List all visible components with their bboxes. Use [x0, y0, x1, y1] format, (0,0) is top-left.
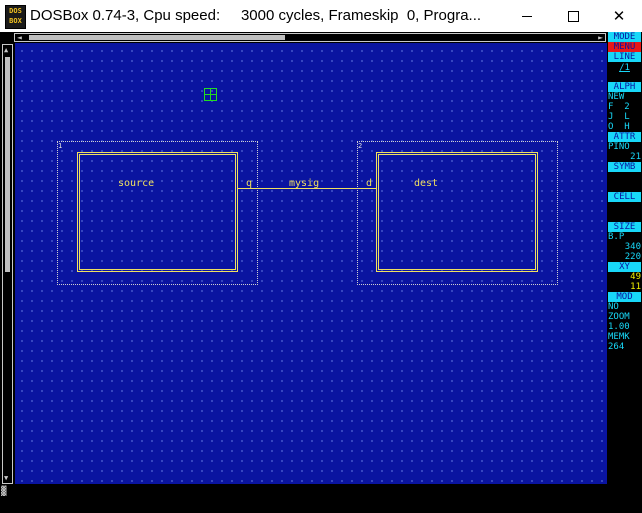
- memk-label: MEMK: [608, 332, 630, 342]
- memk-value: 264: [608, 342, 625, 352]
- menu-item-menu[interactable]: MENU: [608, 42, 641, 52]
- menu-item-mode[interactable]: MODE: [608, 32, 641, 42]
- xy-x-value: 49: [630, 272, 641, 282]
- line-value[interactable]: /1: [608, 63, 641, 73]
- source-block[interactable]: [77, 152, 238, 272]
- close-icon: ✕: [612, 7, 626, 25]
- status-bar: ▓: [0, 485, 642, 513]
- vertical-scroll-thumb[interactable]: [5, 57, 10, 272]
- size-y-value: 220: [624, 252, 641, 262]
- zoom-value: 1.00: [608, 322, 630, 332]
- dosbox-app-icon[interactable]: DOS BOX: [5, 5, 26, 29]
- mod-value: NO: [608, 302, 619, 312]
- mod-label: MOD: [608, 292, 641, 302]
- window-title: DOSBox 0.74-3, Cpu speed: 3000 cycles, F…: [30, 7, 482, 24]
- dos-screen[interactable]: ◄ ► ▲ ▼ 1 source q mysig 2 d dest MODE M…: [0, 32, 642, 513]
- xy-label: XY: [608, 262, 641, 272]
- menu-item-size[interactable]: SIZE: [608, 222, 641, 232]
- minimize-button[interactable]: [504, 0, 550, 32]
- minimize-icon: [522, 15, 532, 17]
- menu-item-pino[interactable]: PINO: [608, 142, 641, 152]
- maximize-button[interactable]: [550, 0, 596, 32]
- scroll-right-arrow-icon[interactable]: ►: [598, 33, 603, 42]
- scroll-left-arrow-icon[interactable]: ◄: [17, 33, 22, 42]
- close-button[interactable]: ✕: [596, 0, 642, 32]
- net-name-label: mysig: [289, 178, 320, 189]
- maximize-icon: [567, 10, 579, 22]
- schematic-canvas[interactable]: 1 source q mysig 2 d dest: [15, 43, 607, 484]
- dest-block-label: dest: [414, 178, 439, 189]
- source-block-label: source: [118, 178, 155, 189]
- instance-1-number: 1: [58, 142, 63, 150]
- status-glyph-icon: ▓: [1, 487, 7, 497]
- menu-item-o-row[interactable]: O H: [608, 122, 641, 132]
- menu-item-new[interactable]: NEW: [608, 92, 641, 102]
- menu-item-symb[interactable]: SYMB: [608, 162, 641, 172]
- size-bp-label: B.P: [608, 232, 625, 242]
- dest-pin-d-label: d: [366, 178, 373, 189]
- pino-value: 21: [630, 152, 641, 162]
- menu-item-f-row[interactable]: F 2: [608, 102, 641, 112]
- crosshair-cursor-icon: [204, 88, 217, 101]
- title-bar[interactable]: DOS BOX DOSBox 0.74-3, Cpu speed: 3000 c…: [0, 0, 642, 32]
- dest-block[interactable]: [376, 152, 538, 272]
- instance-2-number: 2: [358, 142, 363, 150]
- horizontal-scrollbar[interactable]: ◄ ►: [14, 33, 606, 42]
- app-icon-text-bottom: BOX: [9, 17, 22, 25]
- menu-item-cell[interactable]: CELL: [608, 192, 641, 202]
- horizontal-scroll-thumb[interactable]: [29, 35, 285, 40]
- xy-y-value: 11: [630, 282, 641, 292]
- command-menu[interactable]: MODE MENU LINE /1 ALPH NEW F 2 J L O H A…: [607, 32, 642, 485]
- vertical-scrollbar[interactable]: ▲ ▼: [2, 44, 13, 484]
- scroll-down-arrow-icon[interactable]: ▼: [4, 474, 8, 482]
- app-icon-text-top: DOS: [9, 7, 22, 15]
- menu-item-j-row[interactable]: J L: [608, 112, 641, 122]
- zoom-label[interactable]: ZOOM: [608, 312, 641, 322]
- size-x-value: 340: [624, 242, 641, 252]
- scroll-up-arrow-icon[interactable]: ▲: [4, 46, 8, 54]
- menu-item-attr[interactable]: ATTR: [608, 132, 641, 142]
- menu-item-line[interactable]: LINE: [608, 52, 641, 62]
- menu-item-alph[interactable]: ALPH: [608, 82, 641, 92]
